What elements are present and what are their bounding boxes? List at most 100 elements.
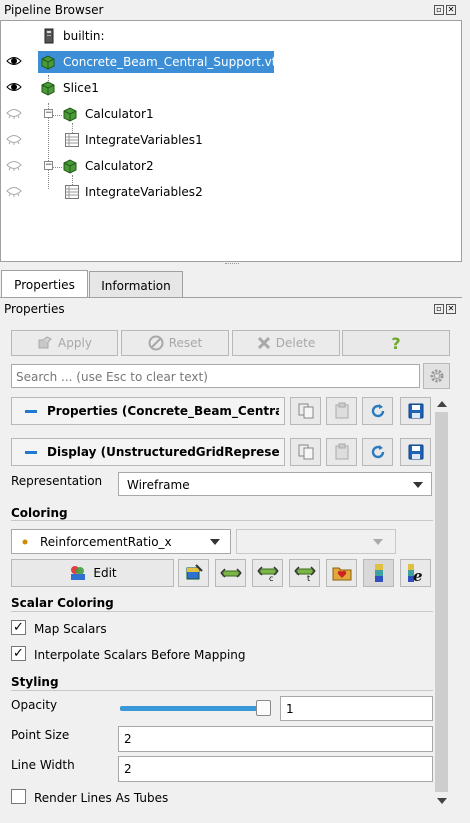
delete-button[interactable]: Delete: [232, 330, 340, 356]
section-properties-header[interactable]: Properties (Concrete_Beam_Central_Suppor…: [11, 397, 285, 425]
scalar-coloring-heading: Scalar Coloring: [11, 596, 114, 610]
spreadsheet-icon: [65, 185, 79, 199]
render-lines-as-tubes-label: Render Lines As Tubes: [34, 791, 169, 805]
paste-properties-button[interactable]: [326, 397, 357, 425]
section-display-title: Display (UnstructuredGridRepresentation): [47, 445, 279, 459]
opacity-field[interactable]: 1: [280, 696, 433, 721]
paste-icon: [335, 443, 348, 460]
rescale-custom-range-button[interactable]: c: [252, 559, 283, 587]
tree-item-label: Calculator1: [85, 107, 154, 121]
color-map-editor-icon: [71, 566, 86, 580]
styling-heading: Styling: [11, 675, 59, 689]
scroll-up-icon[interactable]: [437, 401, 447, 407]
splitter-handle[interactable]: [225, 263, 239, 266]
interpolate-scalars-label: Interpolate Scalars Before Mapping: [34, 648, 246, 662]
copy-properties-button[interactable]: [290, 397, 321, 425]
interpolate-scalars-checkbox[interactable]: ✓: [11, 646, 26, 661]
edit-color-legend-button[interactable]: e: [400, 559, 431, 587]
render-lines-as-tubes-checkbox[interactable]: [11, 789, 26, 804]
apply-button[interactable]: Apply: [11, 330, 118, 356]
preset-icon: [186, 564, 203, 580]
tree-item-calculator2[interactable]: − Calculator2: [1, 155, 461, 177]
reset-button[interactable]: Reset: [121, 330, 229, 356]
line-width-label: Line Width: [11, 758, 75, 772]
representation-dropdown[interactable]: Wireframe: [118, 472, 432, 496]
rescale-temporal-icon: t: [293, 566, 316, 582]
filter-cube-icon: [41, 81, 55, 96]
tree-item-slice1[interactable]: Slice1: [1, 77, 461, 99]
divider: [11, 690, 433, 691]
restore-display-defaults-button[interactable]: [362, 438, 393, 466]
scroll-down-icon[interactable]: [437, 798, 447, 804]
float-panel-icon[interactable]: ▫: [434, 5, 444, 15]
tree-item-builtin[interactable]: builtin:: [1, 25, 461, 47]
section-display-header[interactable]: Display (UnstructuredGridRepresentation): [11, 438, 285, 466]
delete-icon: [257, 336, 270, 350]
color-component-dropdown[interactable]: [236, 529, 396, 554]
map-scalars-checkbox[interactable]: ✓: [11, 620, 26, 635]
spreadsheet-icon: [65, 133, 79, 147]
apply-icon: [38, 336, 52, 349]
eye-hidden-icon[interactable]: [6, 159, 22, 171]
refresh-icon: [371, 445, 384, 459]
save-defaults-button[interactable]: [400, 397, 431, 425]
pipeline-tree[interactable]: builtin: Concrete_Beam_Central_Support.v…: [0, 20, 462, 262]
color-array-value: ReinforcementRatio_x: [40, 535, 172, 549]
advanced-settings-button[interactable]: [423, 363, 450, 389]
collapse-toggle[interactable]: −: [44, 109, 53, 118]
rescale-to-data-range-button[interactable]: [215, 559, 246, 587]
point-size-label: Point Size: [11, 728, 70, 742]
choose-preset-button[interactable]: [178, 559, 209, 587]
tab-information[interactable]: Information: [89, 271, 183, 297]
tree-item-integratevariables1[interactable]: IntegrateVariables1: [1, 129, 461, 151]
collapse-toggle[interactable]: −: [44, 161, 53, 170]
edit-label: Edit: [93, 566, 117, 580]
collapse-minus-icon: [25, 410, 37, 413]
tree-item-calculator1[interactable]: − Calculator1: [1, 103, 461, 125]
eye-hidden-icon[interactable]: [6, 107, 22, 119]
svg-text:e: e: [413, 567, 423, 583]
copy-icon: [298, 444, 313, 460]
copy-icon: [298, 403, 313, 419]
paste-icon: [335, 402, 348, 419]
eye-hidden-icon[interactable]: [6, 185, 22, 197]
copy-display-button[interactable]: [290, 438, 321, 466]
toggle-color-legend-button[interactable]: [363, 559, 394, 587]
search-input[interactable]: Search ... (use Esc to clear text): [11, 364, 420, 388]
scrollbar-thumb[interactable]: [435, 412, 448, 792]
opacity-slider-fill: [120, 706, 270, 711]
restore-defaults-button[interactable]: [362, 397, 393, 425]
line-width-field[interactable]: 2: [118, 756, 433, 782]
save-display-defaults-button[interactable]: [400, 438, 431, 466]
color-array-dropdown[interactable]: ReinforcementRatio_x: [11, 529, 231, 554]
opacity-slider-handle[interactable]: [256, 700, 271, 716]
edit-color-map-button[interactable]: Edit: [11, 559, 174, 587]
gear-icon: [430, 369, 444, 383]
save-icon: [408, 444, 423, 460]
section-properties-title: Properties (Concrete_Beam_Central_Suppor…: [47, 404, 279, 418]
eye-hidden-icon[interactable]: [6, 133, 22, 145]
divider: [11, 520, 433, 521]
float-panel-icon[interactable]: ▫: [434, 304, 444, 314]
help-button[interactable]: ?: [342, 330, 450, 356]
rescale-temporal-range-button[interactable]: t: [289, 559, 320, 587]
tab-properties[interactable]: Properties: [1, 270, 88, 297]
properties-panel-title: Properties: [4, 302, 65, 316]
chevron-down-icon: [413, 482, 423, 488]
tree-item-integratevariables2[interactable]: IntegrateVariables2: [1, 181, 461, 203]
opacity-slider[interactable]: [120, 706, 270, 711]
close-panel-icon[interactable]: ✕: [446, 304, 456, 314]
paste-display-button[interactable]: [326, 438, 357, 466]
close-panel-icon[interactable]: ✕: [446, 5, 456, 15]
rescale-visible-range-button[interactable]: [326, 559, 357, 587]
svg-text:c: c: [269, 574, 273, 582]
point-size-field[interactable]: 2: [118, 726, 433, 752]
eye-visible-icon[interactable]: [6, 81, 22, 93]
tree-item-source[interactable]: Concrete_Beam_Central_Support.vtk: [1, 51, 461, 73]
map-scalars-label: Map Scalars: [34, 622, 107, 636]
point-data-icon: [22, 539, 28, 545]
opacity-label: Opacity: [11, 698, 58, 712]
eye-visible-icon[interactable]: [6, 55, 22, 67]
divider: [11, 611, 433, 612]
chevron-down-icon: [373, 539, 383, 545]
